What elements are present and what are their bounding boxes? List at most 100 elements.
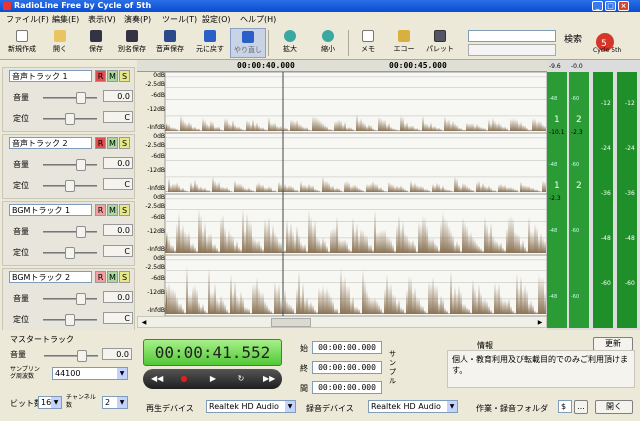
record-arm-button[interactable]: R: [95, 271, 106, 283]
pan-value[interactable]: C: [103, 312, 133, 324]
range-length-field[interactable]: 00:00:00.000: [312, 381, 382, 394]
mute-button[interactable]: M: [107, 271, 118, 283]
browse-folder-button[interactable]: ...: [574, 400, 588, 414]
pan-slider-thumb[interactable]: [65, 314, 75, 326]
maximize-button[interactable]: □: [605, 1, 616, 11]
open-folder-button[interactable]: 開く: [595, 400, 633, 414]
menu-help[interactable]: ヘルプ(H): [240, 14, 276, 25]
palette-button[interactable]: パレット: [422, 28, 458, 58]
open-button[interactable]: 開く: [42, 28, 78, 58]
work-folder-field[interactable]: $: [558, 400, 572, 413]
meter-small-label: -48: [549, 96, 557, 102]
zoom-out-label: 縮小: [321, 45, 335, 53]
volume-value[interactable]: 0.0: [103, 291, 133, 303]
bits-select[interactable]: 16 ▼: [38, 396, 62, 409]
meter-bar: [569, 72, 589, 328]
memo-button[interactable]: メモ: [350, 28, 386, 58]
playback-device-select[interactable]: Realtek HD Audio ▼: [206, 400, 296, 413]
track-name-field[interactable]: 音声トラック 1: [9, 70, 92, 82]
waveform-area[interactable]: 0dB -2.5dB -6dB -12dB -InfdB 0dB -2.5dB -6dB -12…: [137, 72, 547, 316]
menu-settings[interactable]: 設定(O): [202, 14, 231, 25]
record-device-select[interactable]: Realtek HD Audio ▼: [368, 400, 458, 413]
volume-value[interactable]: 0.0: [103, 90, 133, 102]
master-volume-value[interactable]: 0.0: [102, 348, 132, 360]
track-name-field[interactable]: 音声トラック 2: [9, 137, 92, 149]
volume-value[interactable]: 0.0: [103, 224, 133, 236]
master-volume-slider[interactable]: [44, 355, 98, 357]
play-icon[interactable]: ▶: [207, 373, 219, 385]
save-as-button[interactable]: 別名保存: [114, 28, 150, 58]
volume-slider[interactable]: [43, 231, 97, 233]
redo-button[interactable]: やり直し: [230, 28, 266, 58]
pan-slider-thumb[interactable]: [65, 113, 75, 125]
menu-tools[interactable]: ツール(T): [162, 14, 197, 25]
track-name-field[interactable]: BGMトラック 1: [9, 204, 92, 216]
channels-select[interactable]: 2 ▼: [102, 396, 128, 409]
undo-button[interactable]: 元に戻す: [192, 28, 228, 58]
range-start-field[interactable]: 00:00:00.000: [312, 341, 382, 354]
menu-view[interactable]: 表示(V): [88, 14, 116, 25]
echo-button[interactable]: エコー: [386, 28, 422, 58]
range-start-label: 始: [300, 344, 308, 353]
playback-device-label: 再生デバイス: [146, 404, 194, 413]
search-input[interactable]: [468, 30, 556, 42]
record-arm-button[interactable]: R: [95, 70, 106, 82]
pan-label: 定位: [13, 114, 29, 123]
menu-file[interactable]: ファイル(F): [6, 14, 49, 25]
sample-rate-select[interactable]: 44100 ▼: [52, 367, 128, 380]
waveform-canvas[interactable]: [137, 72, 547, 316]
menu-edit[interactable]: 編集(E): [52, 14, 79, 25]
volume-value[interactable]: 0.0: [103, 157, 133, 169]
scroll-left-icon[interactable]: ◀: [139, 318, 149, 327]
save-button[interactable]: 保存: [78, 28, 114, 58]
pan-slider-thumb[interactable]: [65, 180, 75, 192]
track-lane[interactable]: [164, 132, 547, 195]
update-button[interactable]: 更新: [593, 337, 633, 351]
volume-slider[interactable]: [43, 298, 97, 300]
mute-button[interactable]: M: [107, 70, 118, 82]
volume-slider-thumb[interactable]: [76, 92, 86, 104]
pan-value[interactable]: C: [103, 111, 133, 123]
range-end-field[interactable]: 00:00:00.000: [312, 361, 382, 374]
mute-button[interactable]: M: [107, 204, 118, 216]
record-arm-button[interactable]: R: [95, 137, 106, 149]
zoom-out-button[interactable]: 縮小: [310, 28, 346, 58]
track-name-field[interactable]: BGMトラック 2: [9, 271, 92, 283]
solo-button[interactable]: S: [119, 70, 130, 82]
menu-play[interactable]: 演奏(P): [124, 14, 151, 25]
pan-label: 定位: [13, 181, 29, 190]
mute-button[interactable]: M: [107, 137, 118, 149]
solo-button[interactable]: S: [119, 204, 130, 216]
loop-icon[interactable]: ↻: [235, 373, 247, 385]
channels-value: 2: [105, 398, 111, 407]
volume-slider[interactable]: [43, 97, 97, 99]
new-button[interactable]: 新規作成: [4, 28, 40, 58]
solo-button[interactable]: S: [119, 271, 130, 283]
meter-scale-label: -60: [601, 280, 611, 287]
volume-slider-thumb[interactable]: [76, 293, 86, 305]
volume-slider[interactable]: [43, 164, 97, 166]
zoom-in-button[interactable]: 拡大: [272, 28, 308, 58]
undo-label: 元に戻す: [196, 45, 224, 53]
pan-slider-thumb[interactable]: [65, 247, 75, 259]
search-results-field[interactable]: [468, 44, 556, 56]
scrollbar-thumb[interactable]: [271, 318, 311, 327]
timeline-ruler[interactable]: 00:00:40.000 00:00:45.000: [137, 60, 547, 72]
record-arm-button[interactable]: R: [95, 204, 106, 216]
track-lane[interactable]: [164, 254, 547, 316]
volume-slider-thumb[interactable]: [76, 159, 86, 171]
rewind-icon[interactable]: ◀◀: [151, 373, 163, 385]
audio-save-button[interactable]: 音声保存: [152, 28, 188, 58]
scroll-right-icon[interactable]: ▶: [535, 318, 545, 327]
track-lane[interactable]: [164, 72, 547, 134]
minimize-button[interactable]: _: [592, 1, 603, 11]
pan-value[interactable]: C: [103, 178, 133, 190]
master-volume-thumb[interactable]: [77, 350, 87, 362]
record-icon[interactable]: ●: [178, 373, 190, 385]
pan-value[interactable]: C: [103, 245, 133, 257]
horizontal-scrollbar[interactable]: ◀ ▶: [137, 316, 547, 328]
volume-slider-thumb[interactable]: [76, 226, 86, 238]
close-button[interactable]: ×: [618, 1, 629, 11]
fast-forward-icon[interactable]: ▶▶: [263, 373, 275, 385]
solo-button[interactable]: S: [119, 137, 130, 149]
